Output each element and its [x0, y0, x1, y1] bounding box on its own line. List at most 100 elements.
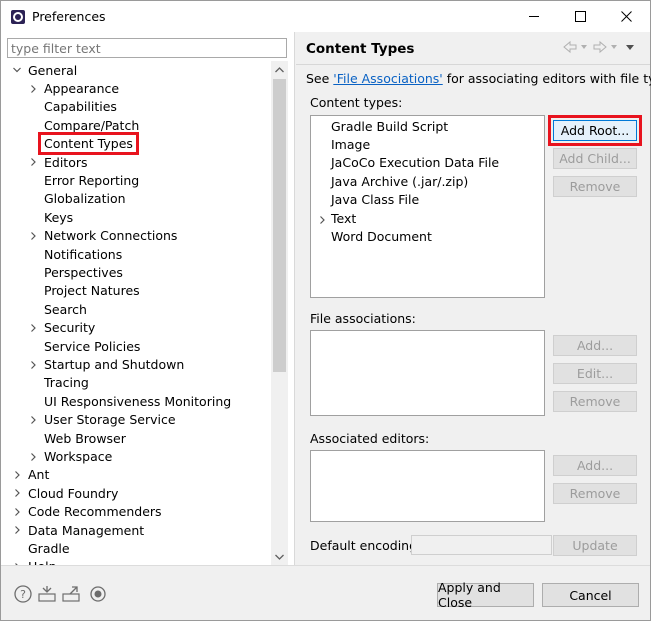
tree-item[interactable]: Compare/Patch: [28, 116, 141, 134]
tree-item[interactable]: Cloud Foundry: [12, 484, 120, 502]
apply-and-close-button[interactable]: Apply and Close: [437, 580, 534, 610]
tree-item[interactable]: Project Natures: [28, 282, 142, 300]
tree-item-label: Workspace: [44, 449, 113, 465]
header-separator: [296, 64, 650, 65]
tree-item[interactable]: Gradle: [12, 539, 72, 557]
chevron-right-icon[interactable]: [28, 157, 38, 167]
content-type-item[interactable]: Java Class File: [331, 191, 419, 209]
tree-item[interactable]: Help: [12, 558, 59, 565]
tree-item[interactable]: Network Connections: [28, 227, 179, 245]
tree-item-label: Keys: [44, 209, 74, 225]
tree-item[interactable]: Error Reporting: [28, 171, 141, 189]
tree-item-label: Capabilities: [44, 99, 117, 115]
associated-editors-list[interactable]: [310, 450, 545, 522]
tree-item[interactable]: Security: [28, 319, 97, 337]
remove-content-type-button[interactable]: Remove: [553, 176, 637, 197]
tree-item-label: Ant: [28, 467, 50, 483]
preference-tree[interactable]: General Appearance Capabilities Compare/Pat…: [1, 61, 271, 565]
content-type-label: Text: [331, 210, 357, 226]
chevron-right-icon[interactable]: [12, 488, 22, 498]
tree-item[interactable]: Service Policies: [28, 337, 142, 355]
chevron-right-icon[interactable]: [28, 415, 38, 425]
page-nav-controls: [562, 40, 642, 54]
content-type-item[interactable]: JaCoCo Execution Data File: [331, 154, 499, 172]
tree-item[interactable]: Code Recommenders: [12, 503, 164, 521]
add-file-association-button[interactable]: Add...: [553, 335, 637, 356]
chevron-right-icon[interactable]: [28, 231, 38, 241]
chevron-down-icon[interactable]: [12, 65, 22, 75]
preference-tree-pane: General Appearance Capabilities Compare/Pat…: [1, 32, 294, 565]
tree-item[interactable]: Ant: [12, 466, 51, 484]
tree-item[interactable]: Capabilities: [28, 98, 119, 116]
edit-file-association-button[interactable]: Edit...: [553, 363, 637, 384]
tree-item[interactable]: Editors: [28, 153, 90, 171]
tree-item-label: Perspectives: [44, 265, 123, 281]
import-icon[interactable]: [38, 585, 56, 603]
tree-item-label: Cloud Foundry: [28, 485, 119, 501]
remove-editor-button[interactable]: Remove: [553, 483, 637, 504]
tree-item[interactable]: User Storage Service: [28, 411, 178, 429]
tree-item[interactable]: Content Types: [28, 132, 139, 156]
chevron-right-icon[interactable]: [28, 323, 38, 333]
update-encoding-button[interactable]: Update: [553, 535, 637, 556]
content-type-item[interactable]: Word Document: [331, 227, 432, 245]
title-bar[interactable]: Preferences: [1, 1, 650, 32]
content-type-item[interactable]: Gradle Build Script: [331, 117, 448, 135]
tree-item[interactable]: Workspace: [28, 447, 114, 465]
back-arrow-icon: [563, 40, 577, 54]
minimize-button[interactable]: [511, 1, 557, 32]
content-type-label: Java Archive (.jar/.zip): [331, 173, 469, 189]
scroll-down-icon[interactable]: [271, 548, 288, 565]
add-root-button[interactable]: Add Root...: [548, 115, 642, 146]
tree-item-label: Search: [44, 301, 87, 317]
tree-item[interactable]: Web Browser: [28, 429, 128, 447]
help-icon[interactable]: ?: [14, 585, 32, 603]
chevron-right-icon[interactable]: [28, 452, 38, 462]
add-editor-button[interactable]: Add...: [553, 455, 637, 476]
close-button[interactable]: [603, 1, 649, 32]
content-types-tree[interactable]: Gradle Build Script Image JaCoCo Execution…: [310, 115, 545, 298]
tree-item[interactable]: Appearance: [28, 79, 121, 97]
chevron-right-icon[interactable]: [12, 507, 22, 517]
tree-item[interactable]: Startup and Shutdown: [28, 355, 186, 373]
chevron-right-icon[interactable]: [12, 470, 22, 480]
chevron-right-icon[interactable]: [28, 360, 38, 370]
tree-item[interactable]: Data Management: [12, 521, 146, 539]
maximize-button[interactable]: [557, 1, 603, 32]
content-type-label: Image: [331, 137, 371, 153]
window-title: Preferences: [32, 9, 106, 24]
chevron-right-icon[interactable]: [12, 525, 22, 535]
tree-item-label: Editors: [44, 154, 88, 170]
tree-item[interactable]: Search: [28, 300, 89, 318]
tree-item[interactable]: General: [12, 61, 79, 79]
tree-scrollbar[interactable]: [271, 61, 288, 565]
content-type-item[interactable]: Text: [331, 209, 356, 227]
tree-item[interactable]: UI Responsiveness Monitoring: [28, 392, 233, 410]
add-child-button[interactable]: Add Child...: [553, 148, 637, 169]
tree-item-label: Code Recommenders: [28, 504, 162, 520]
tree-item[interactable]: Perspectives: [28, 263, 125, 281]
file-associations-list[interactable]: [310, 330, 545, 416]
cancel-button[interactable]: Cancel: [542, 583, 639, 607]
export-icon[interactable]: [62, 585, 80, 603]
tree-item-label: Data Management: [28, 522, 145, 538]
tree-item[interactable]: Notifications: [28, 245, 124, 263]
filter-input[interactable]: [7, 38, 287, 58]
remove-file-association-button[interactable]: Remove: [553, 391, 637, 412]
tree-item[interactable]: Tracing: [28, 374, 91, 392]
chevron-right-icon[interactable]: [28, 84, 38, 94]
content-type-item[interactable]: Image: [331, 135, 370, 153]
scroll-up-icon[interactable]: [271, 61, 288, 78]
file-associations-link[interactable]: 'File Associations': [333, 71, 442, 86]
record-icon[interactable]: [89, 585, 107, 603]
content-type-item[interactable]: Java Archive (.jar/.zip): [331, 172, 468, 190]
tree-item[interactable]: Keys: [28, 208, 75, 226]
tree-item[interactable]: Globalization: [28, 190, 128, 208]
chevron-right-icon[interactable]: [317, 213, 327, 228]
scroll-thumb[interactable]: [273, 79, 286, 372]
default-encoding-input[interactable]: [411, 535, 552, 555]
